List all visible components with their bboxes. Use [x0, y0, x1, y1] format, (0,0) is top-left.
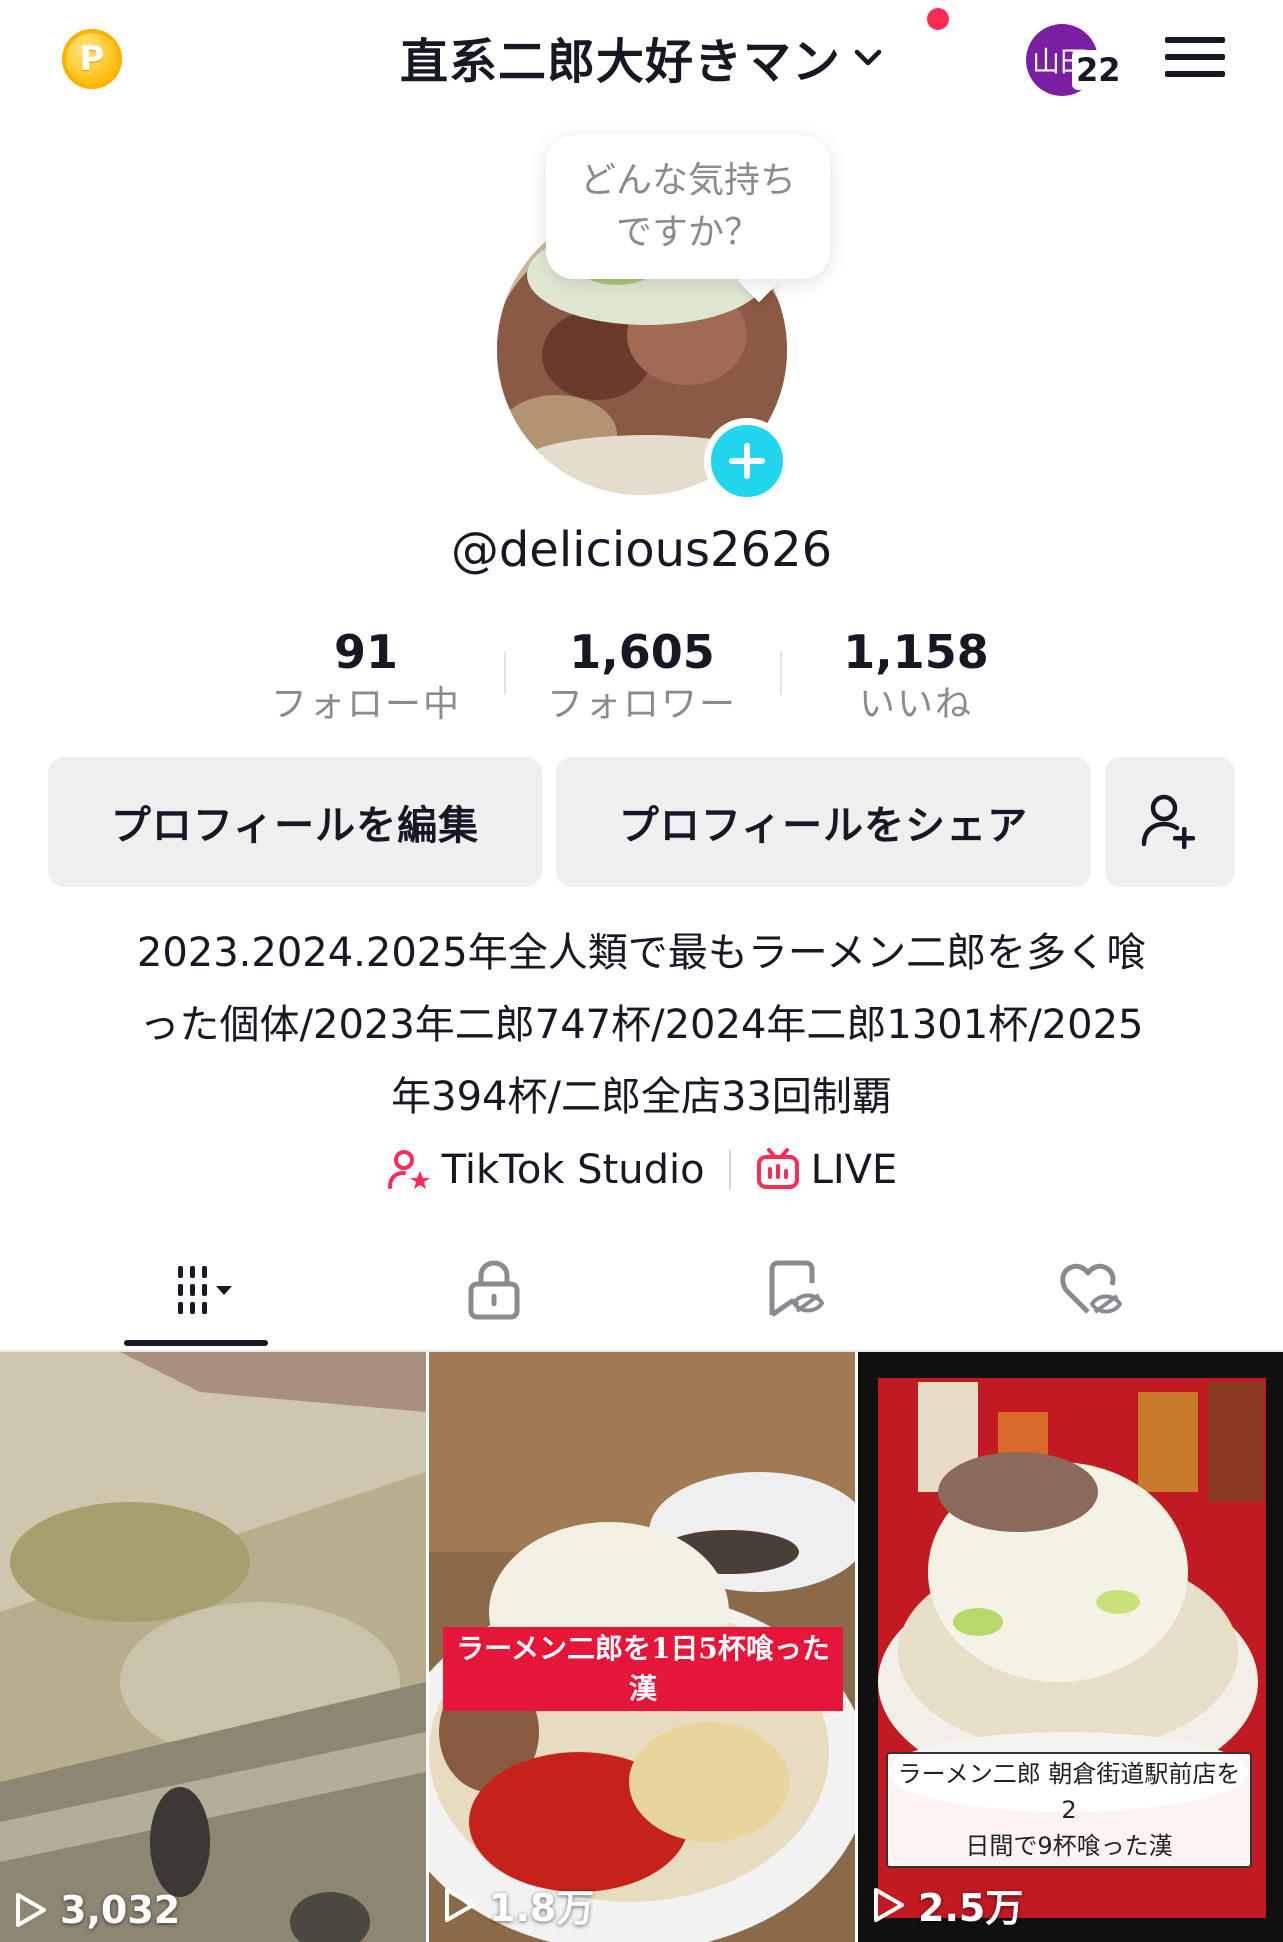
stat-following-value: 91: [333, 625, 398, 679]
tab-videos[interactable]: [124, 1240, 268, 1340]
link-divider: [728, 1150, 731, 1190]
stats-row: 91 フォロー中 1,605 フォロワー 1,158 いいね: [0, 623, 1283, 733]
stat-divider: [504, 651, 506, 695]
view-count-text: 2.5万: [918, 1886, 1024, 1930]
plus-icon: [729, 443, 765, 479]
stat-followers-value: 1,605: [569, 625, 715, 679]
bio-line: 年394杯/二郎全店33回制覇: [391, 1074, 892, 1120]
username: @delicious2626: [450, 522, 833, 578]
video-thumbnail[interactable]: ラーメン二郎を1日5杯喰った 漢 1.8万: [429, 1352, 855, 1942]
notification-dot: [927, 8, 949, 30]
content-tabs: [0, 1240, 1283, 1350]
edit-profile-button[interactable]: プロフィールを編集: [48, 757, 542, 887]
bio-line: 2023.2024.2025年全人類で最もラーメン二郎を多く喰: [136, 930, 1147, 976]
video-caption-line: ラーメン二郎を1日5杯喰った: [456, 1632, 830, 1665]
video-caption-line: 漢: [628, 1672, 657, 1705]
video-thumbnail[interactable]: 3,032: [0, 1352, 426, 1942]
video-caption-line: 日間で9杯喰った漢: [965, 1832, 1173, 1860]
profile-display-name: 直系二郎大好きマン: [400, 34, 842, 90]
view-count-text: 1.8万: [489, 1886, 595, 1930]
video-thumbnail-image: [0, 1352, 426, 1942]
account-switcher[interactable]: 直系二郎大好きマン: [400, 22, 885, 92]
tiktok-studio-link[interactable]: TikTok Studio: [386, 1147, 705, 1193]
video-thumbnail[interactable]: ラーメン二郎 朝倉街道駅前店を2 日間で9杯喰った漢 2.5万: [858, 1352, 1283, 1942]
menu-icon[interactable]: [1165, 33, 1225, 81]
stat-following[interactable]: 91 フォロー中: [246, 623, 486, 729]
stat-divider: [780, 651, 782, 695]
coin-icon[interactable]: P: [62, 29, 122, 89]
mood-bubble[interactable]: どんな気持ち ですか？: [546, 135, 830, 279]
play-icon: [16, 1893, 46, 1927]
tiktok-studio-label: TikTok Studio: [441, 1147, 705, 1193]
play-icon: [874, 1887, 904, 1922]
view-count: 2.5万: [872, 1877, 1023, 1932]
video-grid: 3,032 ラーメン二郎を1日5杯喰った 漢 1.8万 ラーメン二郎 朝倉街道駅…: [0, 1352, 1283, 1942]
stat-likes[interactable]: 1,158 いいね: [796, 623, 1036, 729]
bio-line: った個体/2023年二郎747杯/2024年二郎1301杯/2025: [139, 1002, 1144, 1048]
add-friend-button[interactable]: [1105, 757, 1235, 887]
view-count: 1.8万: [443, 1877, 594, 1932]
video-caption: ラーメン二郎 朝倉街道駅前店を2 日間で9杯喰った漢: [886, 1752, 1252, 1868]
live-link[interactable]: LIVE: [755, 1147, 898, 1193]
tab-liked[interactable]: [1030, 1240, 1150, 1340]
stat-followers[interactable]: 1,605 フォロワー: [522, 623, 762, 729]
lock-icon: [468, 1260, 520, 1320]
live-tv-icon: [756, 1148, 799, 1189]
profile-links: TikTok Studio LIVE: [0, 1140, 1283, 1200]
stat-following-label: フォロー中: [270, 684, 461, 725]
bookmark-hidden-icon: [769, 1260, 824, 1318]
view-count-text: 3,032: [60, 1888, 181, 1932]
chevron-down-icon: [854, 49, 882, 66]
live-label: LIVE: [810, 1147, 898, 1193]
top-bar: P 直系二郎大好きマン 山田 22: [0, 0, 1283, 115]
add-user-icon: [1141, 794, 1195, 849]
mood-bubble-text: どんな気持ち ですか？: [579, 160, 796, 253]
tab-reposts[interactable]: [734, 1240, 854, 1340]
video-caption-line: ラーメン二郎 朝倉街道駅前店を2: [897, 1760, 1241, 1824]
account-count-badge: 22: [1072, 50, 1125, 90]
creator-star-icon: [387, 1150, 430, 1189]
bio-text: 2023.2024.2025年全人類で最もラーメン二郎を多く喰 った個体/202…: [80, 917, 1203, 1133]
stat-followers-label: フォロワー: [546, 684, 737, 725]
play-icon: [445, 1887, 475, 1922]
share-profile-button[interactable]: プロフィールをシェア: [556, 757, 1091, 887]
tab-private[interactable]: [434, 1240, 554, 1340]
active-tab-indicator: [124, 1340, 268, 1346]
coin-letter: P: [79, 39, 105, 79]
video-caption: ラーメン二郎を1日5杯喰った 漢: [443, 1627, 843, 1711]
stat-likes-value: 1,158: [843, 625, 989, 679]
video-grid-icon: [178, 1266, 232, 1314]
view-count: 3,032: [14, 1888, 180, 1932]
stat-likes-label: いいね: [858, 684, 973, 725]
add-story-button[interactable]: [704, 418, 790, 504]
heart-hidden-icon: [1060, 1263, 1122, 1314]
